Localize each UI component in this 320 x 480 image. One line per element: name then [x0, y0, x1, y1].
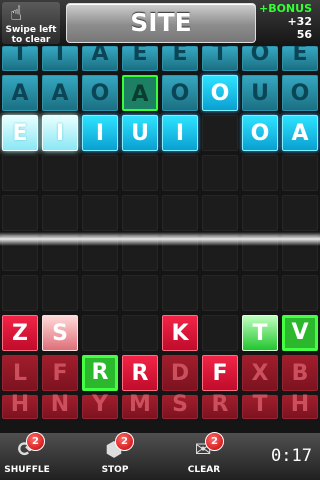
swipe-hand-icon: ☝	[10, 1, 23, 25]
empty-cell	[122, 315, 158, 351]
empty-cell	[282, 275, 318, 311]
letter-tile[interactable]: U	[242, 75, 278, 111]
stop-label: STOP	[101, 465, 129, 475]
letter-tile[interactable]: L	[2, 355, 38, 391]
letter-tile[interactable]: F	[42, 355, 78, 391]
letter-tile[interactable]: F	[202, 355, 238, 391]
letter-tile[interactable]: T	[2, 46, 38, 71]
letter-tile[interactable]: Y	[82, 394, 118, 419]
empty-cell	[202, 195, 238, 231]
letter-tile[interactable]: O	[242, 115, 278, 151]
letter-tile[interactable]: I	[82, 115, 118, 151]
empty-cell	[2, 275, 38, 311]
letter-tile[interactable]: Z	[2, 315, 38, 351]
empty-cell	[162, 195, 198, 231]
letter-tile[interactable]: H	[282, 394, 318, 419]
letter-tile[interactable]: T	[242, 315, 278, 351]
letter-tile[interactable]: A	[122, 75, 158, 111]
letter-tile[interactable]: R	[82, 355, 118, 391]
letter-tile[interactable]: A	[282, 115, 318, 151]
empty-cell	[122, 155, 158, 191]
letter-tile[interactable]: O	[282, 75, 318, 111]
letter-tile[interactable]: O	[162, 75, 198, 111]
letter-tile[interactable]: S	[162, 394, 198, 419]
empty-cell	[242, 275, 278, 311]
empty-cell	[282, 155, 318, 191]
shuffle-button[interactable]: ⟳ 2 SHUFFLE	[2, 432, 52, 480]
letter-tile[interactable]: B	[282, 355, 318, 391]
clear-count-badge: 2	[205, 432, 224, 451]
letter-tile[interactable]: A	[42, 75, 78, 111]
swipe-hint[interactable]: ☝ Swipe left to clear	[2, 1, 60, 45]
letter-tile[interactable]: O	[242, 46, 278, 71]
letter-tile[interactable]: N	[42, 394, 78, 419]
top-bar: ☝ Swipe left to clear SITE +BONUS +32 56	[0, 0, 320, 47]
letter-tile[interactable]: V	[282, 315, 318, 351]
swipe-hint-label: Swipe left to clear	[5, 25, 57, 45]
shuffle-label: SHUFFLE	[4, 465, 50, 475]
empty-cell	[282, 195, 318, 231]
empty-cell	[162, 155, 198, 191]
letter-board: TIAEETOEAAOAOOUOEIIUIOAZSKTVLFRRDFXBHNYM…	[0, 46, 320, 433]
letter-tile[interactable]: K	[162, 315, 198, 351]
empty-cell	[122, 195, 158, 231]
empty-cell	[242, 155, 278, 191]
letter-tile[interactable]: T	[202, 46, 238, 71]
empty-cell	[202, 115, 238, 151]
letter-tile[interactable]: E	[162, 46, 198, 71]
letter-tile[interactable]: I	[162, 115, 198, 151]
letter-tile[interactable]: M	[122, 394, 158, 419]
letter-tile[interactable]: E	[282, 46, 318, 71]
score-panel: +BONUS +32 56	[259, 2, 312, 41]
empty-cell	[42, 195, 78, 231]
empty-cell	[82, 155, 118, 191]
bottom-bar: ⟳ 2 SHUFFLE ⬢ 2 STOP ✉ 2 CLEAR 0:17	[0, 432, 320, 480]
letter-tile[interactable]: H	[2, 394, 38, 419]
empty-cell	[82, 315, 118, 351]
shuffle-count-badge: 2	[26, 432, 45, 451]
stop-count-badge: 2	[115, 432, 134, 451]
empty-cell	[82, 275, 118, 311]
empty-cell	[42, 155, 78, 191]
letter-tile[interactable]: E	[2, 115, 38, 151]
empty-cell	[162, 275, 198, 311]
empty-cell	[2, 195, 38, 231]
stop-button[interactable]: ⬢ 2 STOP	[90, 432, 140, 480]
letter-tile[interactable]: A	[82, 46, 118, 71]
letter-tile[interactable]: R	[202, 394, 238, 419]
clear-label: CLEAR	[187, 465, 221, 475]
clear-button[interactable]: ✉ 2 CLEAR	[179, 432, 229, 480]
empty-cell	[82, 195, 118, 231]
letter-tile[interactable]: E	[122, 46, 158, 71]
letter-tile[interactable]: X	[242, 355, 278, 391]
empty-cell	[2, 155, 38, 191]
letter-tile[interactable]: D	[162, 355, 198, 391]
empty-cell	[242, 195, 278, 231]
letter-tile[interactable]: I	[42, 46, 78, 71]
bonus-points: +32	[287, 15, 312, 28]
letter-tile[interactable]: T	[242, 394, 278, 419]
scan-beam	[0, 232, 320, 246]
letter-tile[interactable]: U	[122, 115, 158, 151]
letter-tile[interactable]: O	[82, 75, 118, 111]
letter-tile[interactable]: R	[122, 355, 158, 391]
empty-cell	[202, 155, 238, 191]
empty-cell	[202, 275, 238, 311]
empty-cell	[122, 275, 158, 311]
total-score: 56	[296, 28, 312, 41]
letter-tile[interactable]: O	[202, 75, 238, 111]
current-word: SITE	[66, 3, 256, 43]
bonus-label: +BONUS	[258, 2, 312, 15]
empty-cell	[202, 315, 238, 351]
letter-tile[interactable]: A	[2, 75, 38, 111]
game-timer: 0:17	[271, 446, 312, 466]
letter-tile[interactable]: I	[42, 115, 78, 151]
letter-tile[interactable]: S	[42, 315, 78, 351]
empty-cell	[42, 275, 78, 311]
